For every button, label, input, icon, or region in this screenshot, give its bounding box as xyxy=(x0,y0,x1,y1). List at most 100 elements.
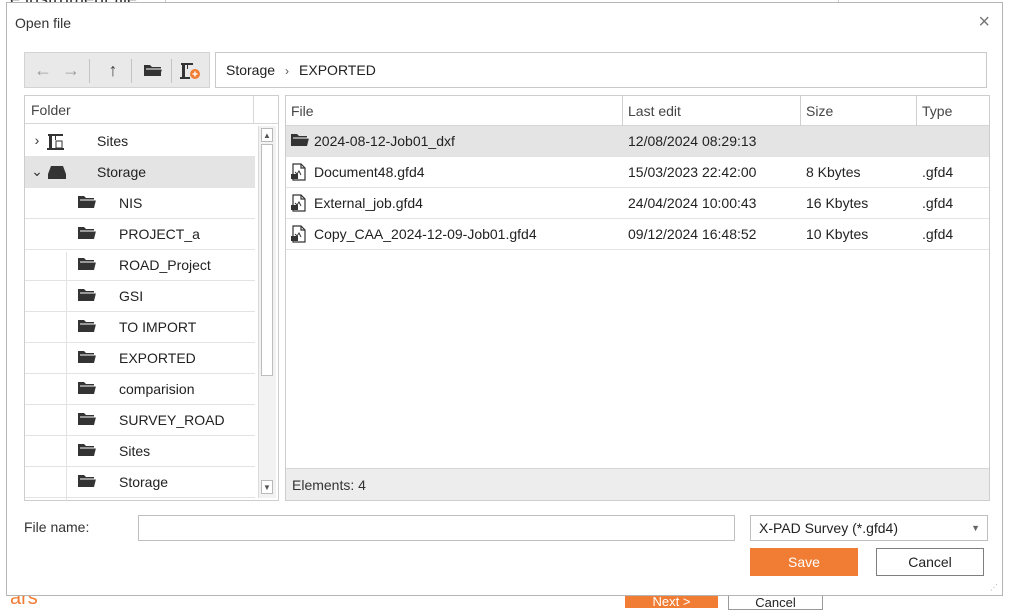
breadcrumb-separator: › xyxy=(285,64,290,78)
folder-scrollbar[interactable]: ▲ ▼ xyxy=(258,126,276,498)
background-next-button: Next > xyxy=(625,594,718,609)
tree-item-sites-folder[interactable]: Sites xyxy=(25,436,255,467)
tree-item-gsi[interactable]: GSI xyxy=(25,281,255,312)
file-name-cell: External_job.gfd4 xyxy=(314,195,423,211)
file-icon xyxy=(290,163,308,181)
folder-icon xyxy=(77,380,97,398)
tree-item-label: EXPORTED xyxy=(119,350,196,366)
last-edit-cell: 24/04/2024 10:00:43 xyxy=(628,195,757,211)
back-icon[interactable]: ← xyxy=(31,58,55,82)
tree-item-project-a[interactable]: PROJECT_a xyxy=(25,219,255,250)
scroll-up-icon[interactable]: ▲ xyxy=(261,128,273,142)
tree-item-label: GSI xyxy=(119,288,144,304)
breadcrumb-item-storage[interactable]: Storage xyxy=(226,62,275,78)
folder-icon xyxy=(77,318,97,336)
tree-item-label: comparision xyxy=(119,381,195,397)
folder-icon xyxy=(77,194,97,212)
tree-item-survey-road[interactable]: SURVEY_ROAD xyxy=(25,405,255,436)
file-type-selected: X-PAD Survey (*.gfd4) xyxy=(759,520,899,536)
tree-item-label: PROJECT_a xyxy=(119,226,200,242)
file-row-document48[interactable]: Document48.gfd4 15/03/2023 22:42:00 8 Kb… xyxy=(286,157,989,188)
tree-item-label: Storage xyxy=(119,474,169,490)
tree-item-storage[interactable]: ⌄ Storage xyxy=(25,157,255,188)
add-site-icon[interactable] xyxy=(179,58,203,82)
last-edit-cell: 12/08/2024 08:29:13 xyxy=(628,133,757,149)
type-cell: .gfd4 xyxy=(922,226,954,242)
size-cell: 8 Kbytes xyxy=(806,164,861,180)
toolbar-divider xyxy=(131,59,132,83)
tree-item-to-import[interactable]: TO IMPORT xyxy=(25,312,255,343)
element-count: Elements: 4 xyxy=(286,468,989,500)
navigation-toolbar: ← → ↑ xyxy=(24,52,210,88)
background-cancel-button: Cancel xyxy=(728,594,823,610)
save-button[interactable]: Save xyxy=(750,548,858,576)
tree-item-label: SURVEY_ROAD xyxy=(119,412,225,428)
toolbar-divider xyxy=(171,59,172,83)
file-type-select[interactable]: X-PAD Survey (*.gfd4) ▼ xyxy=(750,515,988,541)
file-list-pane: File Last edit Size Type 2024-08-12-Job0… xyxy=(285,95,990,501)
dialog-title: Open file xyxy=(15,15,72,31)
up-icon[interactable]: ↑ xyxy=(101,58,125,82)
expand-icon[interactable]: › xyxy=(30,132,44,148)
scroll-down-icon[interactable]: ▼ xyxy=(261,480,273,494)
folder-column-header: Folder xyxy=(25,96,278,124)
tree-item-road-project[interactable]: ROAD_Project xyxy=(25,250,255,281)
size-cell: 10 Kbytes xyxy=(806,226,869,242)
header-divider xyxy=(253,96,254,124)
sites-icon xyxy=(47,132,67,150)
forward-icon[interactable]: → xyxy=(59,58,83,82)
file-name-cell: Document48.gfd4 xyxy=(314,164,425,180)
folder-icon xyxy=(77,411,97,429)
folder-icon xyxy=(77,473,97,491)
file-name-cell: Copy_CAA_2024-12-09-Job01.gfd4 xyxy=(314,226,537,242)
folder-icon xyxy=(77,349,97,367)
file-icon xyxy=(290,194,308,212)
close-icon[interactable]: × xyxy=(978,12,990,32)
resize-grip-icon[interactable]: ⋰ xyxy=(990,583,1000,593)
folder-icon xyxy=(77,225,97,243)
file-name-input[interactable] xyxy=(138,515,735,541)
column-header-size[interactable]: Size xyxy=(800,96,914,126)
folder-icon xyxy=(290,132,309,150)
collapse-icon[interactable]: ⌄ xyxy=(30,163,44,180)
file-row-copy-caa[interactable]: Copy_CAA_2024-12-09-Job01.gfd4 09/12/202… xyxy=(286,219,989,250)
tree-item-label: Sites xyxy=(97,133,129,149)
folder-tree-pane: Folder › Sites ⌄ Storage NIS PROJECT_a R… xyxy=(24,95,279,501)
chevron-down-icon: ▼ xyxy=(971,523,980,533)
folder-icon xyxy=(77,442,97,460)
tree-item-label: ROAD_Project xyxy=(119,257,211,273)
last-edit-cell: 09/12/2024 16:48:52 xyxy=(628,226,757,242)
tree-item-exported[interactable]: EXPORTED xyxy=(25,343,255,374)
folder-header-label: Folder xyxy=(31,102,71,118)
file-icon xyxy=(290,225,308,243)
file-row-folder[interactable]: 2024-08-12-Job01_dxf 12/08/2024 08:29:13 xyxy=(286,126,989,157)
file-row-external-job[interactable]: External_job.gfd4 24/04/2024 10:00:43 16… xyxy=(286,188,989,219)
file-list-header: File Last edit Size Type xyxy=(286,96,989,126)
last-edit-cell: 15/03/2023 22:42:00 xyxy=(628,164,757,180)
cancel-button[interactable]: Cancel xyxy=(876,548,984,576)
column-header-file[interactable]: File xyxy=(286,96,621,126)
folder-icon xyxy=(77,256,97,274)
file-name-cell: 2024-08-12-Job01_dxf xyxy=(314,133,455,149)
column-header-type[interactable]: Type xyxy=(916,96,989,126)
open-file-dialog: Open file × ← → ↑ Storage › EXPORTED Fol… xyxy=(6,2,1003,596)
size-cell: 16 Kbytes xyxy=(806,195,869,211)
tree-item-label: Storage xyxy=(97,164,147,180)
tree-item-nis[interactable]: NIS xyxy=(25,188,255,219)
scroll-thumb[interactable] xyxy=(261,144,273,376)
tree-item-label: Sites xyxy=(119,443,151,459)
breadcrumb-item-exported[interactable]: EXPORTED xyxy=(299,62,376,78)
type-cell: .gfd4 xyxy=(922,195,954,211)
storage-icon xyxy=(47,163,67,181)
tree-item-comparision[interactable]: comparision xyxy=(25,374,255,405)
breadcrumb: Storage › EXPORTED xyxy=(215,52,987,88)
toolbar-divider xyxy=(89,59,90,83)
tree-item-label: TO IMPORT xyxy=(119,319,197,335)
tree-item-storage-folder[interactable]: Storage xyxy=(25,467,255,498)
column-header-last-edit[interactable]: Last edit xyxy=(622,96,798,126)
tree-item-sites[interactable]: › Sites xyxy=(25,126,255,157)
new-folder-icon[interactable] xyxy=(141,58,165,82)
folder-icon xyxy=(77,287,97,305)
type-cell: .gfd4 xyxy=(922,164,954,180)
file-name-label: File name: xyxy=(24,519,90,535)
